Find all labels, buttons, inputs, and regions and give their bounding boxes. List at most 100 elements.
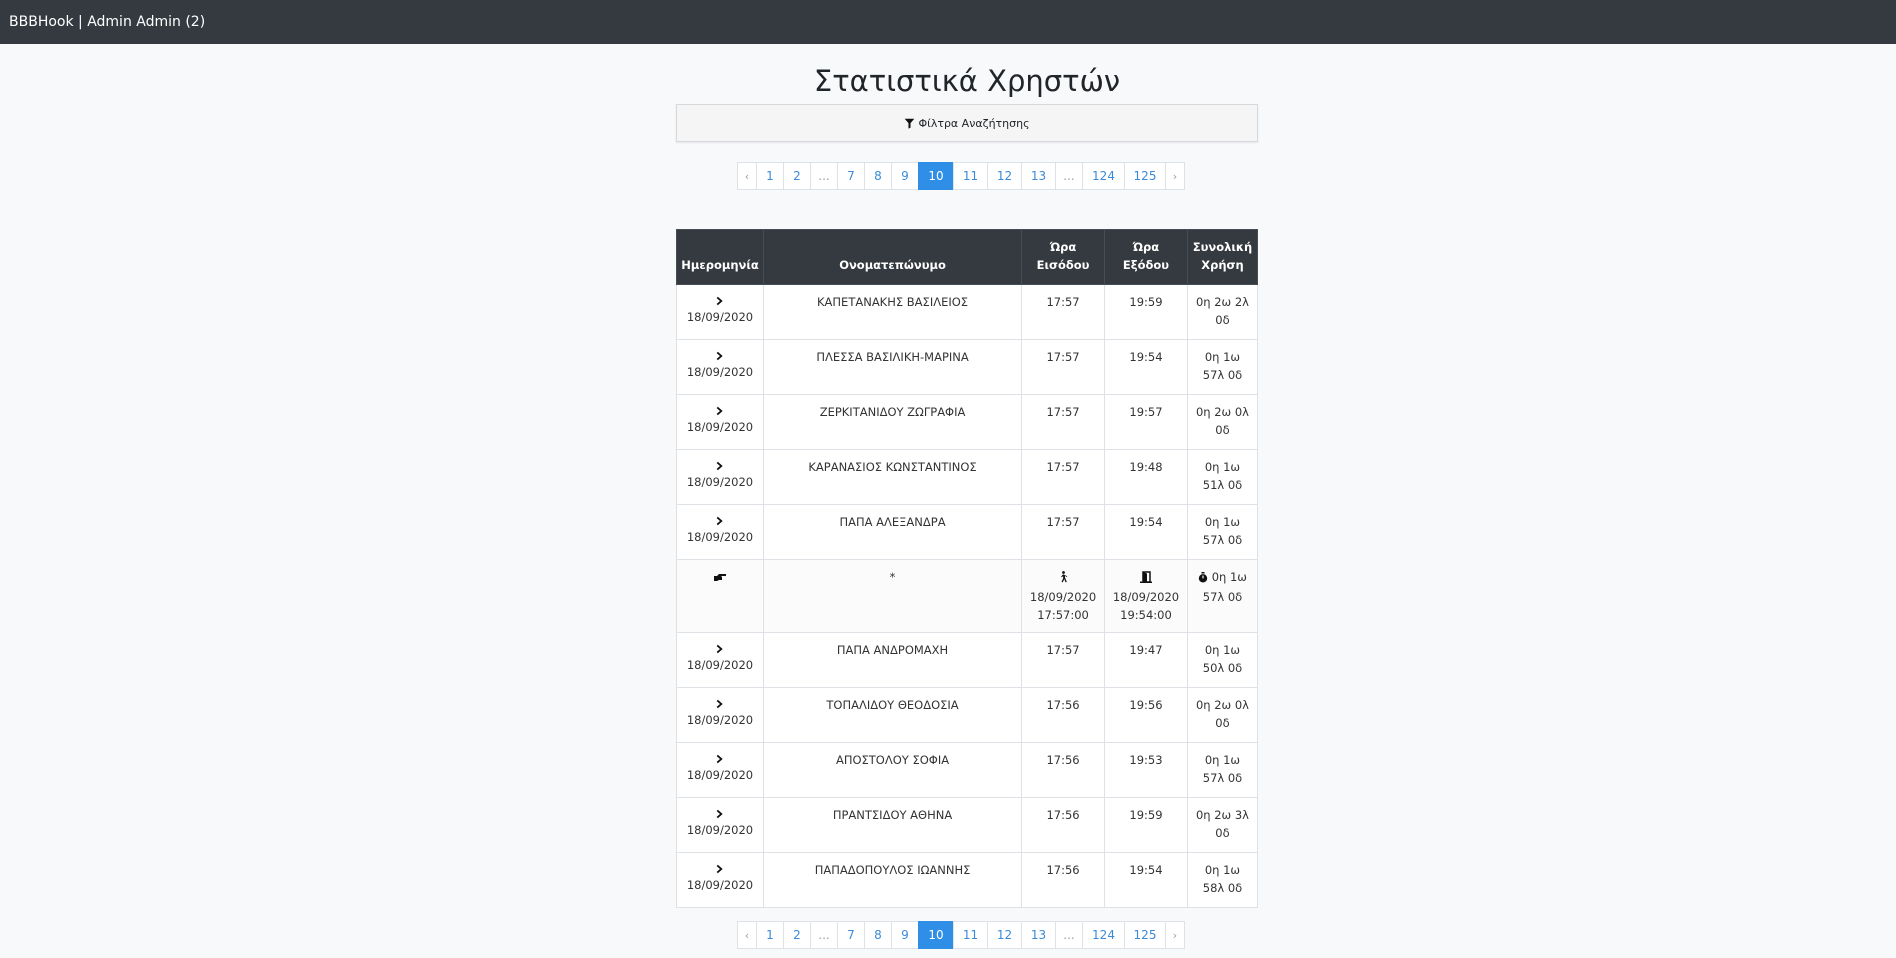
header-entry-time[interactable]: Ώρα Εισόδου xyxy=(1021,229,1106,285)
pagination-page-125[interactable]: 125 xyxy=(1124,921,1166,949)
name-cell: ΠΛΕΣΣΑ ΒΑΣΙΛΙΚΗ-ΜΑΡΙΝΑ xyxy=(762,339,1023,395)
date-value: 18/09/2020 xyxy=(686,530,754,544)
header-name[interactable]: Ονοματεπώνυμο xyxy=(762,229,1023,285)
date-value: 18/09/2020 xyxy=(686,420,754,434)
exit-time-cell: 19:54 xyxy=(1104,339,1188,395)
pagination-page-8[interactable]: 8 xyxy=(864,162,892,190)
pagination-next-button[interactable]: › xyxy=(1165,162,1185,190)
pagination-page-1[interactable]: 1 xyxy=(756,162,784,190)
header-exit-time[interactable]: Ώρα Εξόδου xyxy=(1104,229,1188,285)
pagination-page-2[interactable]: 2 xyxy=(783,921,811,949)
exit-time-cell: 19:59 xyxy=(1104,284,1188,340)
date-cell: 18/09/2020 xyxy=(676,504,764,560)
date-cell: 18/09/2020 xyxy=(676,449,764,505)
header-total-usage[interactable]: Συνολική Χρήση xyxy=(1186,229,1259,285)
total-usage-cell: 0η 2ω 3λ 0δ xyxy=(1186,797,1259,853)
pagination-ellipsis[interactable]: ... xyxy=(1055,921,1083,949)
date-cell: 18/09/2020 xyxy=(676,687,764,743)
pagination-page-125[interactable]: 125 xyxy=(1124,162,1166,190)
total-usage-cell: 0η 1ω 57λ 0δ xyxy=(1186,742,1259,798)
pagination-next-button[interactable]: › xyxy=(1165,921,1185,949)
chevron-right-icon[interactable] xyxy=(681,751,759,765)
pagination-prev-button[interactable]: ‹ xyxy=(737,921,757,949)
pagination-page-11[interactable]: 11 xyxy=(953,162,988,190)
pagination-page-7[interactable]: 7 xyxy=(837,921,865,949)
chevron-right-icon[interactable] xyxy=(681,696,759,710)
session-detail-row: * 18/09/2020 17:57:00 18/09/2020 19:54:00 0η… xyxy=(676,559,1259,633)
date-value: 18/09/2020 xyxy=(686,658,754,672)
entry-time-cell: 17:56 xyxy=(1021,687,1106,743)
pagination-prev-button[interactable]: ‹ xyxy=(737,162,757,190)
table-row[interactable]: 18/09/2020 ΠΑΠΑΔΟΠΟΥΛΟΣ ΙΩΑΝΝΗΣ 17:56 19:54… xyxy=(676,852,1259,908)
chevron-right-icon[interactable] xyxy=(681,458,759,472)
chevron-right-icon[interactable] xyxy=(681,861,759,875)
exit-time-cell: 19:47 xyxy=(1104,632,1188,688)
detail-exit-cell: 18/09/2020 19:54:00 xyxy=(1104,559,1188,633)
pagination-page-11[interactable]: 11 xyxy=(953,921,988,949)
entry-time-cell: 17:57 xyxy=(1021,339,1106,395)
total-usage-cell: 0η 2ω 0λ 0δ xyxy=(1186,394,1259,450)
pagination-page-13[interactable]: 13 xyxy=(1021,162,1056,190)
pagination-ellipsis[interactable]: ... xyxy=(1055,162,1083,190)
entry-time-cell: 17:56 xyxy=(1021,852,1106,908)
name-cell: ΠΡΑΝΤΣΙΔΟΥ ΑΘΗΝΑ xyxy=(762,797,1023,853)
total-usage-cell: 0η 1ω 57λ 0δ xyxy=(1186,504,1259,560)
pagination-page-9[interactable]: 9 xyxy=(891,921,919,949)
walking-person-icon xyxy=(1058,570,1068,588)
search-filters-toggle[interactable]: Φίλτρα Αναζήτησης xyxy=(676,104,1258,142)
chevron-right-icon[interactable] xyxy=(681,403,759,417)
total-usage-cell: 0η 1ω 58λ 0δ xyxy=(1186,852,1259,908)
pagination-page-10[interactable]: 10 xyxy=(918,921,954,949)
entry-time-cell: 17:57 xyxy=(1021,394,1106,450)
date-value: 18/09/2020 xyxy=(686,878,754,892)
table-row[interactable]: 18/09/2020 ΚΑΠΕΤΑΝΑΚΗΣ ΒΑΣΙΛΕΙΟΣ 17:57 19:5… xyxy=(676,284,1259,340)
pagination-ellipsis[interactable]: ... xyxy=(810,921,838,949)
date-cell: 18/09/2020 xyxy=(676,339,764,395)
pagination-page-2[interactable]: 2 xyxy=(783,162,811,190)
entry-time-cell: 17:57 xyxy=(1021,284,1106,340)
pagination-page-10[interactable]: 10 xyxy=(918,162,954,190)
name-cell: ΠΑΠΑ ΑΝΔΡΟΜΑΧΗ xyxy=(762,632,1023,688)
pagination-page-9[interactable]: 9 xyxy=(891,162,919,190)
door-exit-icon xyxy=(1139,570,1152,588)
pagination-bottom: ‹ 1 2... 7 8 9 10 11 12 13... 124 125 › xyxy=(737,921,1185,949)
name-cell: ΠΑΠΑΔΟΠΟΥΛΟΣ ΙΩΑΝΝΗΣ xyxy=(762,852,1023,908)
table-row[interactable]: 18/09/2020 ΠΑΠΑ ΑΝΔΡΟΜΑΧΗ 17:57 19:47 0η 1ω 5… xyxy=(676,632,1259,688)
pagination-page-124[interactable]: 124 xyxy=(1082,921,1125,949)
chevron-right-icon[interactable] xyxy=(681,293,759,307)
pagination-page-13[interactable]: 13 xyxy=(1021,921,1056,949)
chevron-right-icon[interactable] xyxy=(681,348,759,362)
pagination-page-8[interactable]: 8 xyxy=(864,921,892,949)
exit-time-cell: 19:54 xyxy=(1104,852,1188,908)
top-navbar: BBBHook | Admin Admin (2) xyxy=(0,0,1896,44)
table-row[interactable]: 18/09/2020 ΠΛΕΣΣΑ ΒΑΣΙΛΙΚΗ-ΜΑΡΙΝΑ 17:57 19:… xyxy=(676,339,1259,395)
stopwatch-icon xyxy=(1198,570,1208,588)
chevron-right-icon[interactable] xyxy=(681,806,759,820)
pagination-page-124[interactable]: 124 xyxy=(1082,162,1125,190)
detail-total-cell: 0η 1ω 57λ 0δ xyxy=(1186,559,1259,633)
table-row[interactable]: 18/09/2020 ΑΠΟΣΤΟΛΟΥ ΣΟΦΙΑ 17:56 19:53 0η 1ω… xyxy=(676,742,1259,798)
chevron-right-icon[interactable] xyxy=(681,641,759,655)
pagination-page-7[interactable]: 7 xyxy=(837,162,865,190)
pointing-hand-icon xyxy=(713,570,727,588)
main-container: Στατιστικά Χρηστών Φίλτρα Αναζήτησης xyxy=(676,44,1258,142)
chevron-right-icon[interactable] xyxy=(681,513,759,527)
table-row[interactable]: 18/09/2020 ΖΕΡΚΙΤΑΝΙΔΟΥ ΖΩΓΡΑΦΙΑ 17:57 19:5… xyxy=(676,394,1259,450)
date-cell: 18/09/2020 xyxy=(676,284,764,340)
table-row[interactable]: 18/09/2020 ΠΑΠΑ ΑΛΕΞΑΝΔΡΑ 17:57 19:54 0η 1ω 5… xyxy=(676,504,1259,560)
pagination-page-12[interactable]: 12 xyxy=(987,162,1022,190)
table-row[interactable]: 18/09/2020 ΤΟΠΑΛΙΔΟΥ ΘΕΟΔΟΣΙΑ 17:56 19:56 0η… xyxy=(676,687,1259,743)
date-value: 18/09/2020 xyxy=(686,365,754,379)
name-cell: ΚΑΠΕΤΑΝΑΚΗΣ ΒΑΣΙΛΕΙΟΣ xyxy=(762,284,1023,340)
pagination-page-12[interactable]: 12 xyxy=(987,921,1022,949)
table-row[interactable]: 18/09/2020 ΠΡΑΝΤΣΙΔΟΥ ΑΘΗΝΑ 17:56 19:59 0η 2… xyxy=(676,797,1259,853)
pagination-page-1[interactable]: 1 xyxy=(756,921,784,949)
pagination-ellipsis[interactable]: ... xyxy=(810,162,838,190)
detail-entry-cell: 18/09/2020 17:57:00 xyxy=(1021,559,1106,633)
date-value: 18/09/2020 xyxy=(686,713,754,727)
navbar-brand[interactable]: BBBHook | Admin Admin (2) xyxy=(9,14,205,30)
header-date[interactable]: Ημερομηνία xyxy=(676,229,764,285)
exit-time-cell: 19:56 xyxy=(1104,687,1188,743)
table-row[interactable]: 18/09/2020 ΚΑΡΑΝΑΣΙΟΣ ΚΩΝΣΤΑΝΤΙΝΟΣ 17:57 19… xyxy=(676,449,1259,505)
name-cell: ΠΑΠΑ ΑΛΕΞΑΝΔΡΑ xyxy=(762,504,1023,560)
